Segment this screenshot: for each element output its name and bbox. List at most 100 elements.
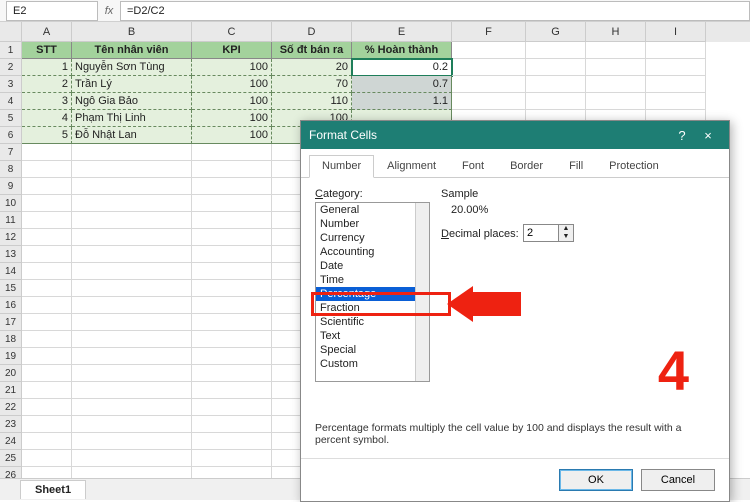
cell[interactable] xyxy=(192,178,272,195)
cell[interactable] xyxy=(192,399,272,416)
cell[interactable] xyxy=(646,93,706,110)
cell[interactable] xyxy=(22,297,72,314)
cell-F1[interactable] xyxy=(452,42,526,59)
cell[interactable]: Đỗ Nhật Lan xyxy=(72,127,192,144)
cell-B1[interactable]: Tên nhân viên xyxy=(72,42,192,59)
cell[interactable] xyxy=(72,195,192,212)
cell[interactable] xyxy=(192,433,272,450)
row-header[interactable]: 7 xyxy=(0,144,22,161)
row-header[interactable]: 2 xyxy=(0,59,22,76)
tab-protection[interactable]: Protection xyxy=(596,155,672,177)
cell[interactable]: Nguyễn Sơn Tùng xyxy=(72,59,192,76)
col-header-F[interactable]: F xyxy=(452,22,526,42)
cell[interactable] xyxy=(22,263,72,280)
col-header-A[interactable]: A xyxy=(22,22,72,42)
cell[interactable] xyxy=(22,382,72,399)
cell-I1[interactable] xyxy=(646,42,706,59)
cell[interactable]: 2 xyxy=(22,76,72,93)
listbox-scrollbar[interactable] xyxy=(415,203,429,381)
cell[interactable] xyxy=(22,280,72,297)
cell[interactable] xyxy=(646,76,706,93)
cell[interactable] xyxy=(72,433,192,450)
cell[interactable] xyxy=(72,280,192,297)
cell[interactable] xyxy=(192,280,272,297)
tab-number[interactable]: Number xyxy=(309,155,374,178)
decimal-places-spinner[interactable]: ▲ ▼ xyxy=(523,224,574,242)
tab-alignment[interactable]: Alignment xyxy=(374,155,449,177)
category-listbox[interactable]: GeneralNumberCurrencyAccountingDateTimeP… xyxy=(315,202,430,382)
cell[interactable] xyxy=(192,161,272,178)
cell[interactable]: 1 xyxy=(22,59,72,76)
cell[interactable] xyxy=(192,382,272,399)
row-header[interactable]: 21 xyxy=(0,382,22,399)
row-header[interactable]: 9 xyxy=(0,178,22,195)
col-header-B[interactable]: B xyxy=(72,22,192,42)
cell[interactable] xyxy=(72,416,192,433)
cell[interactable]: 3 xyxy=(22,93,72,110)
cell[interactable] xyxy=(526,59,586,76)
row-header[interactable]: 12 xyxy=(0,229,22,246)
cell[interactable]: 100 xyxy=(192,93,272,110)
cell[interactable] xyxy=(22,161,72,178)
cell[interactable] xyxy=(192,416,272,433)
cell[interactable] xyxy=(72,144,192,161)
cell[interactable] xyxy=(72,365,192,382)
row-header[interactable]: 18 xyxy=(0,331,22,348)
category-item[interactable]: Currency xyxy=(316,231,429,245)
col-header-D[interactable]: D xyxy=(272,22,352,42)
col-header-I[interactable]: I xyxy=(646,22,706,42)
select-all-corner[interactable] xyxy=(0,22,22,42)
cell[interactable] xyxy=(192,263,272,280)
cell[interactable]: 100 xyxy=(192,76,272,93)
cell[interactable] xyxy=(22,195,72,212)
cell-A1[interactable]: STT xyxy=(22,42,72,59)
row-header[interactable]: 13 xyxy=(0,246,22,263)
dialog-titlebar[interactable]: Format Cells ? × xyxy=(301,121,729,149)
ok-button[interactable]: OK xyxy=(559,469,633,491)
row-header[interactable]: 24 xyxy=(0,433,22,450)
row-header[interactable]: 8 xyxy=(0,161,22,178)
cell[interactable] xyxy=(72,399,192,416)
cell[interactable] xyxy=(22,399,72,416)
cell[interactable]: 1.1 xyxy=(352,93,452,110)
category-item[interactable]: Fraction xyxy=(316,301,429,315)
cell[interactable] xyxy=(72,263,192,280)
cell[interactable] xyxy=(22,246,72,263)
cell[interactable] xyxy=(22,178,72,195)
category-item[interactable]: Text xyxy=(316,329,429,343)
cell[interactable] xyxy=(22,314,72,331)
cell[interactable] xyxy=(586,93,646,110)
tab-border[interactable]: Border xyxy=(497,155,556,177)
name-box[interactable]: E2 xyxy=(6,1,98,21)
cell-C1[interactable]: KPI xyxy=(192,42,272,59)
cell[interactable] xyxy=(586,76,646,93)
row-header[interactable]: 4 xyxy=(0,93,22,110)
cell[interactable] xyxy=(72,314,192,331)
cell[interactable]: 20 xyxy=(272,59,352,76)
tab-font[interactable]: Font xyxy=(449,155,497,177)
cancel-button[interactable]: Cancel xyxy=(641,469,715,491)
col-header-E[interactable]: E xyxy=(352,22,452,42)
cell[interactable] xyxy=(586,59,646,76)
cell[interactable] xyxy=(192,229,272,246)
cell[interactable] xyxy=(72,382,192,399)
fx-icon[interactable]: fx xyxy=(98,5,120,17)
col-header-H[interactable]: H xyxy=(586,22,646,42)
cell[interactable]: 5 xyxy=(22,127,72,144)
category-item[interactable]: Time xyxy=(316,273,429,287)
cell[interactable] xyxy=(192,246,272,263)
cell[interactable] xyxy=(22,212,72,229)
category-item[interactable]: Scientific xyxy=(316,315,429,329)
category-item[interactable]: Date xyxy=(316,259,429,273)
close-icon[interactable]: × xyxy=(695,128,721,143)
cell[interactable] xyxy=(72,331,192,348)
cell[interactable]: 100 xyxy=(192,127,272,144)
cell[interactable]: 100 xyxy=(192,110,272,127)
col-header-G[interactable]: G xyxy=(526,22,586,42)
cell[interactable] xyxy=(72,161,192,178)
cell[interactable]: Phạm Thị Linh xyxy=(72,110,192,127)
row-header[interactable]: 6 xyxy=(0,127,22,144)
category-item[interactable]: Custom xyxy=(316,357,429,371)
cell[interactable] xyxy=(22,144,72,161)
cell[interactable] xyxy=(72,348,192,365)
